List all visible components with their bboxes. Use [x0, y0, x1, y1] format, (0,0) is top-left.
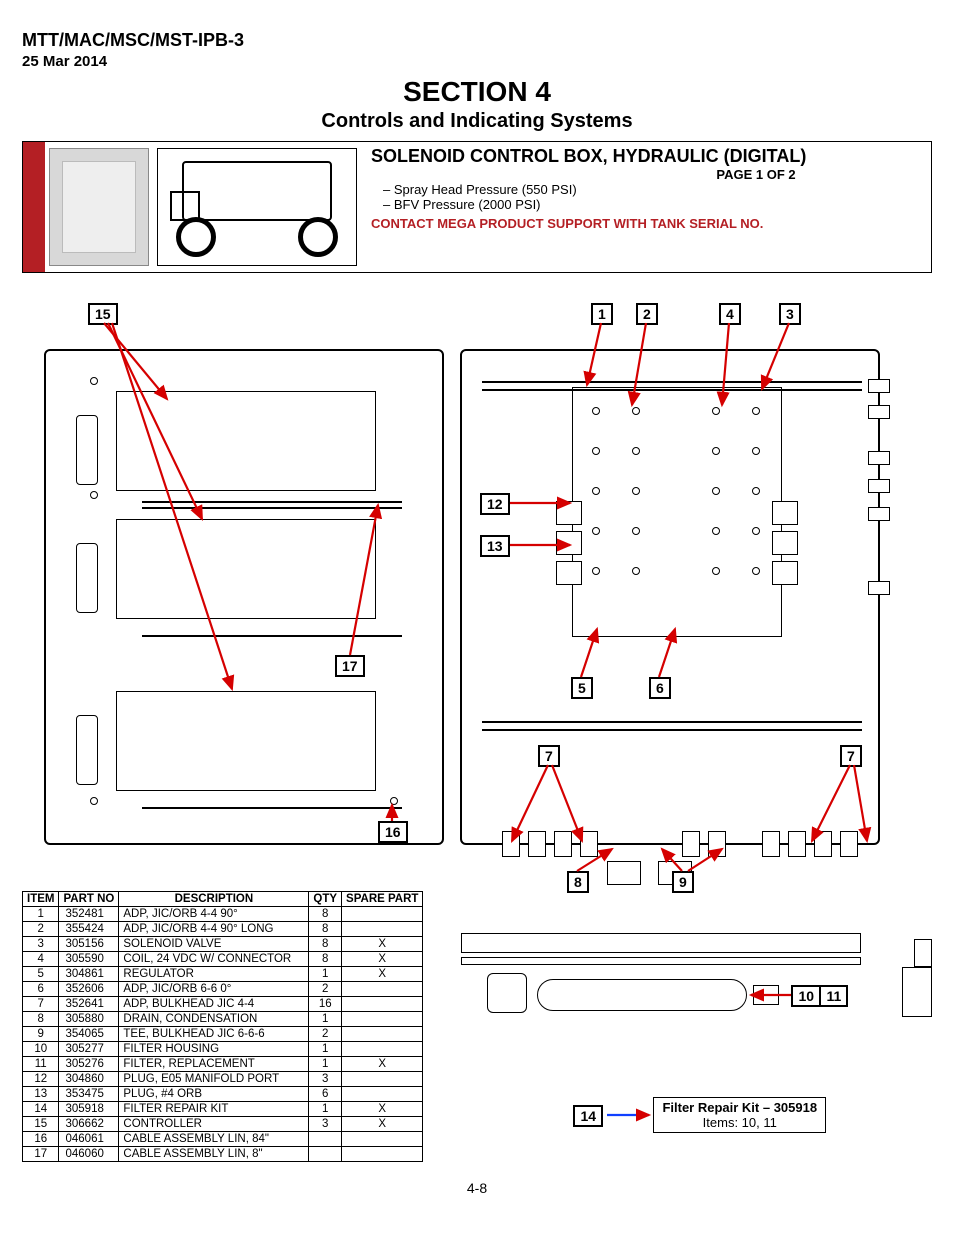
contact-note: CONTACT MEGA PRODUCT SUPPORT WITH TANK S… — [371, 216, 921, 231]
filter-repair-kit-box: Filter Repair Kit – 305918 Items: 10, 11 — [653, 1097, 826, 1133]
section-subtitle: Controls and Indicating Systems — [22, 110, 932, 133]
table-row: 7352641ADP, BULKHEAD JIC 4-416 — [23, 997, 423, 1012]
table-row: 13353475PLUG, #4 ORB6 — [23, 1087, 423, 1102]
top-info-box: SOLENOID CONTROL BOX, HYDRAULIC (DIGITAL… — [22, 141, 932, 273]
table-row: 4305590COIL, 24 VDC W/ CONNECTOR8X — [23, 952, 423, 967]
table-row: 16046061CABLE ASSEMBLY LIN, 84" — [23, 1132, 423, 1147]
table-row: 10305277FILTER HOUSING1 — [23, 1042, 423, 1057]
product-photo — [49, 148, 149, 266]
doc-date: 25 Mar 2014 — [22, 53, 932, 70]
table-row: 3305156SOLENOID VALVE8X — [23, 937, 423, 952]
truck-illustration — [157, 148, 357, 266]
table-row: 5304861REGULATOR1X — [23, 967, 423, 982]
parts-table: ITEM PART NO DESCRIPTION QTY SPARE PART … — [22, 891, 423, 1162]
doc-id: MTT/MAC/MSC/MST-IPB-3 — [22, 30, 932, 51]
table-row: 2355424ADP, JIC/ORB 4-4 90° LONG8 — [23, 922, 423, 937]
exploded-diagram: 15 1 2 4 3 12 13 17 5 6 7 7 16 8 9 — [22, 289, 932, 879]
table-row: 1352481ADP, JIC/ORB 4-4 90°8 — [23, 907, 423, 922]
filter-diagram: 10 11 14 Filter Repair Kit – 305918 Item… — [453, 879, 932, 1149]
page-footer: 4-8 — [22, 1180, 932, 1196]
table-row: 12304860PLUG, E05 MANIFOLD PORT3 — [23, 1072, 423, 1087]
section-title: SECTION 4 — [22, 76, 932, 108]
table-row: 14305918FILTER REPAIR KIT1X — [23, 1102, 423, 1117]
callout-14: 14 — [573, 1105, 603, 1127]
table-row: 15306662CONTROLLER3X — [23, 1117, 423, 1132]
page-indicator: PAGE 1 OF 2 — [591, 167, 921, 182]
leader-arrows — [22, 289, 932, 879]
spec-list: Spray Head Pressure (550 PSI) BFV Pressu… — [371, 182, 921, 212]
table-row: 6352606ADP, JIC/ORB 6-6 0°2 — [23, 982, 423, 997]
table-row: 11305276FILTER, REPLACEMENT1X — [23, 1057, 423, 1072]
table-row: 8305880DRAIN, CONDENSATION1 — [23, 1012, 423, 1027]
red-sidebar — [23, 142, 45, 272]
table-row: 17046060CABLE ASSEMBLY LIN, 8" — [23, 1147, 423, 1162]
table-row: 9354065TEE, BULKHEAD JIC 6-6-62 — [23, 1027, 423, 1042]
component-title: SOLENOID CONTROL BOX, HYDRAULIC (DIGITAL… — [371, 146, 921, 167]
